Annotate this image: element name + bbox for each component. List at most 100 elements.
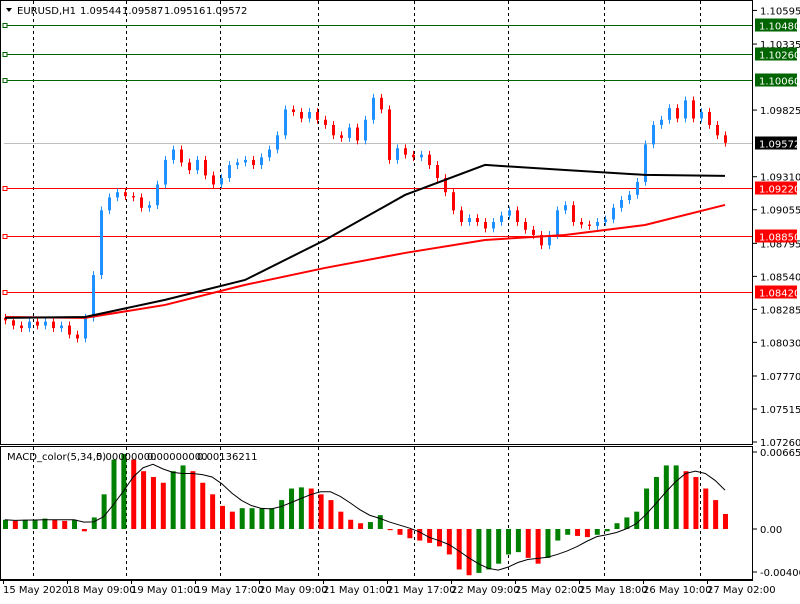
candle-body [372, 97, 375, 120]
macd-bar [377, 515, 383, 529]
candle-body [460, 210, 463, 223]
level-price-label: 1.08420 [759, 289, 800, 300]
macd-bar [436, 529, 442, 547]
candle-body [396, 148, 399, 160]
macd-bar [190, 471, 196, 529]
macd-bar [594, 529, 600, 535]
macd-bar [348, 519, 354, 529]
candle-body [476, 218, 479, 223]
macd-bar [62, 520, 68, 529]
macd-bar [328, 500, 334, 529]
macd-bar [32, 519, 38, 529]
candle-body [364, 119, 367, 141]
candle-body [156, 184, 159, 206]
macd-bar [545, 529, 551, 558]
candle-body [132, 196, 135, 198]
time-tick-label: 19 May 17:00 [195, 585, 264, 596]
macd-bar [575, 529, 581, 536]
candle-body [76, 334, 79, 339]
time-tick-label: 19 May 01:00 [131, 585, 200, 596]
level-price-label: 1.10260 [759, 51, 800, 62]
candle-body [348, 127, 351, 138]
macd-bar [367, 522, 373, 529]
candle-body [52, 321, 55, 329]
candle-body [428, 154, 431, 166]
time-tick-label: 21 May 17:00 [387, 585, 456, 596]
macd-bar [456, 529, 462, 570]
candle-body [84, 317, 87, 339]
candle-body [12, 320, 15, 326]
candle-body [284, 109, 287, 136]
macd-bar [81, 529, 87, 532]
price-tick-label: 1.07515 [760, 405, 800, 416]
candle-body [692, 100, 695, 119]
macd-bar [683, 471, 689, 529]
candle-body [148, 205, 151, 208]
candle-body [108, 197, 111, 211]
price-tick-label: 1.10595 [760, 6, 800, 17]
macd-bar [555, 529, 561, 541]
candle-body [20, 325, 23, 329]
macd-bar [397, 529, 403, 535]
candle-body [292, 109, 295, 113]
macd-bar [506, 529, 512, 555]
candle-body [308, 112, 311, 119]
close-value: 1.09572 [206, 6, 247, 17]
candle-body [668, 108, 671, 120]
macd-bar [318, 494, 324, 529]
level-handle [2, 52, 8, 57]
candle-body [628, 194, 631, 201]
candle-body [676, 108, 679, 119]
macd-tick-label: 0.0066558 [760, 448, 800, 459]
macd-bar [407, 529, 413, 539]
macd-bar [298, 487, 304, 529]
macd-bar [141, 471, 147, 529]
candle-body [60, 325, 63, 329]
candle-body [188, 162, 191, 171]
price-tick-label: 1.08285 [760, 305, 800, 316]
candle-body [300, 112, 303, 119]
macd-bar [476, 529, 482, 573]
candle-body [196, 159, 199, 171]
macd-bar [673, 465, 679, 529]
level-handle [2, 78, 8, 83]
candle-body [500, 215, 503, 223]
macd-bar [427, 529, 433, 543]
candle-body [28, 321, 31, 329]
candle-body [572, 205, 575, 223]
candle-body [580, 222, 583, 225]
macd-bar [229, 511, 235, 529]
macd-bar [210, 494, 216, 529]
candle-body [516, 210, 519, 223]
candle-body [332, 124, 335, 136]
candle-body [604, 219, 607, 223]
chart-window[interactable]: 1.105951.103351.098251.093101.090551.087… [0, 0, 800, 600]
macd-tick-label: 0.00 [760, 525, 782, 536]
macd-bar [565, 529, 571, 535]
candle-body [716, 124, 719, 136]
macd-bar [3, 519, 8, 529]
price-tick-label: 1.09825 [760, 106, 800, 117]
macd-bar [703, 488, 709, 529]
candle-body [68, 325, 71, 335]
macd-bar [101, 494, 107, 529]
macd-bar [259, 508, 265, 529]
macd-bar [723, 513, 728, 529]
candle-body [244, 159, 247, 163]
symbol-label: EURUSD,H1 [17, 6, 76, 17]
candle-body [236, 162, 239, 166]
candle-body [684, 100, 687, 119]
candle-body [556, 210, 559, 235]
time-tick-label: 18 May 09:00 [67, 585, 136, 596]
macd-bar [663, 465, 669, 529]
candle-body [228, 165, 231, 179]
candle-body [596, 222, 599, 226]
macd-bar [525, 529, 531, 558]
macd-bar [52, 519, 58, 529]
macd-bar [269, 508, 275, 529]
time-tick-label: 21 May 01:00 [323, 585, 392, 596]
macd-bar [22, 519, 28, 529]
candle-body [220, 178, 223, 185]
candle-body [524, 222, 527, 230]
candle-body [356, 127, 359, 141]
